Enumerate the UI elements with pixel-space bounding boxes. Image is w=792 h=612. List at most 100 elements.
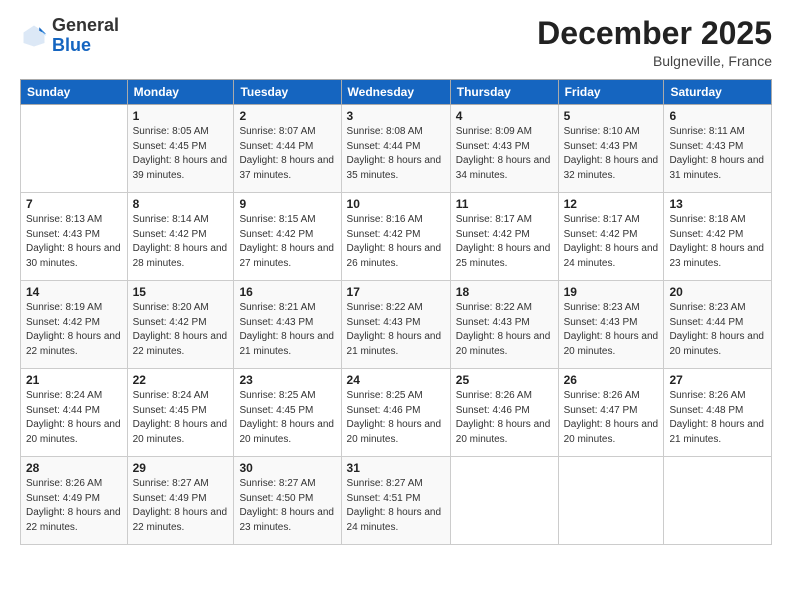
day-detail: Sunrise: 8:22 AMSunset: 4:43 PMDaylight:… xyxy=(456,302,551,357)
day-number: 4 xyxy=(456,109,553,123)
location: Bulgneville, France xyxy=(537,53,772,69)
col-friday: Friday xyxy=(558,80,664,105)
day-detail: Sunrise: 8:15 AMSunset: 4:42 PMDaylight:… xyxy=(239,214,334,269)
table-row: 25 Sunrise: 8:26 AMSunset: 4:46 PMDaylig… xyxy=(450,369,558,457)
day-detail: Sunrise: 8:24 AMSunset: 4:44 PMDaylight:… xyxy=(26,390,121,445)
calendar-week-1: 1 Sunrise: 8:05 AMSunset: 4:45 PMDayligh… xyxy=(21,105,772,193)
day-detail: Sunrise: 8:17 AMSunset: 4:42 PMDaylight:… xyxy=(564,214,659,269)
day-number: 9 xyxy=(239,197,335,211)
table-row: 19 Sunrise: 8:23 AMSunset: 4:43 PMDaylig… xyxy=(558,281,664,369)
calendar-week-3: 14 Sunrise: 8:19 AMSunset: 4:42 PMDaylig… xyxy=(21,281,772,369)
col-wednesday: Wednesday xyxy=(341,80,450,105)
logo-icon xyxy=(20,22,48,50)
day-detail: Sunrise: 8:08 AMSunset: 4:44 PMDaylight:… xyxy=(347,126,442,181)
day-detail: Sunrise: 8:10 AMSunset: 4:43 PMDaylight:… xyxy=(564,126,659,181)
table-row: 23 Sunrise: 8:25 AMSunset: 4:45 PMDaylig… xyxy=(234,369,341,457)
day-detail: Sunrise: 8:13 AMSunset: 4:43 PMDaylight:… xyxy=(26,214,121,269)
table-row: 31 Sunrise: 8:27 AMSunset: 4:51 PMDaylig… xyxy=(341,457,450,545)
col-monday: Monday xyxy=(127,80,234,105)
day-number: 11 xyxy=(456,197,553,211)
table-row xyxy=(558,457,664,545)
day-number: 26 xyxy=(564,373,659,387)
day-number: 1 xyxy=(133,109,229,123)
day-detail: Sunrise: 8:05 AMSunset: 4:45 PMDaylight:… xyxy=(133,126,228,181)
col-saturday: Saturday xyxy=(664,80,772,105)
table-row: 2 Sunrise: 8:07 AMSunset: 4:44 PMDayligh… xyxy=(234,105,341,193)
day-number: 20 xyxy=(669,285,766,299)
day-number: 14 xyxy=(26,285,122,299)
day-number: 12 xyxy=(564,197,659,211)
day-detail: Sunrise: 8:27 AMSunset: 4:51 PMDaylight:… xyxy=(347,478,442,533)
table-row: 10 Sunrise: 8:16 AMSunset: 4:42 PMDaylig… xyxy=(341,193,450,281)
day-detail: Sunrise: 8:25 AMSunset: 4:46 PMDaylight:… xyxy=(347,390,442,445)
table-row xyxy=(664,457,772,545)
day-detail: Sunrise: 8:26 AMSunset: 4:49 PMDaylight:… xyxy=(26,478,121,533)
day-number: 23 xyxy=(239,373,335,387)
calendar-week-5: 28 Sunrise: 8:26 AMSunset: 4:49 PMDaylig… xyxy=(21,457,772,545)
day-number: 18 xyxy=(456,285,553,299)
header: General Blue December 2025 Bulgneville, … xyxy=(20,16,772,69)
table-row: 26 Sunrise: 8:26 AMSunset: 4:47 PMDaylig… xyxy=(558,369,664,457)
table-row: 9 Sunrise: 8:15 AMSunset: 4:42 PMDayligh… xyxy=(234,193,341,281)
table-row: 1 Sunrise: 8:05 AMSunset: 4:45 PMDayligh… xyxy=(127,105,234,193)
calendar-week-2: 7 Sunrise: 8:13 AMSunset: 4:43 PMDayligh… xyxy=(21,193,772,281)
title-block: December 2025 Bulgneville, France xyxy=(537,16,772,69)
table-row xyxy=(450,457,558,545)
table-row: 14 Sunrise: 8:19 AMSunset: 4:42 PMDaylig… xyxy=(21,281,128,369)
day-number: 31 xyxy=(347,461,445,475)
table-row: 11 Sunrise: 8:17 AMSunset: 4:42 PMDaylig… xyxy=(450,193,558,281)
table-row: 4 Sunrise: 8:09 AMSunset: 4:43 PMDayligh… xyxy=(450,105,558,193)
day-number: 29 xyxy=(133,461,229,475)
day-detail: Sunrise: 8:23 AMSunset: 4:43 PMDaylight:… xyxy=(564,302,659,357)
table-row: 7 Sunrise: 8:13 AMSunset: 4:43 PMDayligh… xyxy=(21,193,128,281)
calendar: Sunday Monday Tuesday Wednesday Thursday… xyxy=(20,79,772,545)
month-title: December 2025 xyxy=(537,16,772,51)
calendar-week-4: 21 Sunrise: 8:24 AMSunset: 4:44 PMDaylig… xyxy=(21,369,772,457)
day-detail: Sunrise: 8:16 AMSunset: 4:42 PMDaylight:… xyxy=(347,214,442,269)
table-row: 28 Sunrise: 8:26 AMSunset: 4:49 PMDaylig… xyxy=(21,457,128,545)
day-number: 7 xyxy=(26,197,122,211)
table-row: 16 Sunrise: 8:21 AMSunset: 4:43 PMDaylig… xyxy=(234,281,341,369)
day-detail: Sunrise: 8:23 AMSunset: 4:44 PMDaylight:… xyxy=(669,302,764,357)
day-detail: Sunrise: 8:22 AMSunset: 4:43 PMDaylight:… xyxy=(347,302,442,357)
day-detail: Sunrise: 8:24 AMSunset: 4:45 PMDaylight:… xyxy=(133,390,228,445)
table-row: 24 Sunrise: 8:25 AMSunset: 4:46 PMDaylig… xyxy=(341,369,450,457)
table-row: 13 Sunrise: 8:18 AMSunset: 4:42 PMDaylig… xyxy=(664,193,772,281)
day-number: 24 xyxy=(347,373,445,387)
table-row: 5 Sunrise: 8:10 AMSunset: 4:43 PMDayligh… xyxy=(558,105,664,193)
day-detail: Sunrise: 8:26 AMSunset: 4:48 PMDaylight:… xyxy=(669,390,764,445)
day-number: 10 xyxy=(347,197,445,211)
day-detail: Sunrise: 8:14 AMSunset: 4:42 PMDaylight:… xyxy=(133,214,228,269)
day-number: 30 xyxy=(239,461,335,475)
table-row: 21 Sunrise: 8:24 AMSunset: 4:44 PMDaylig… xyxy=(21,369,128,457)
day-number: 13 xyxy=(669,197,766,211)
table-row: 8 Sunrise: 8:14 AMSunset: 4:42 PMDayligh… xyxy=(127,193,234,281)
day-detail: Sunrise: 8:09 AMSunset: 4:43 PMDaylight:… xyxy=(456,126,551,181)
day-number: 16 xyxy=(239,285,335,299)
table-row: 18 Sunrise: 8:22 AMSunset: 4:43 PMDaylig… xyxy=(450,281,558,369)
day-detail: Sunrise: 8:26 AMSunset: 4:47 PMDaylight:… xyxy=(564,390,659,445)
day-number: 21 xyxy=(26,373,122,387)
table-row: 17 Sunrise: 8:22 AMSunset: 4:43 PMDaylig… xyxy=(341,281,450,369)
day-detail: Sunrise: 8:27 AMSunset: 4:49 PMDaylight:… xyxy=(133,478,228,533)
logo: General Blue xyxy=(20,16,119,56)
day-number: 17 xyxy=(347,285,445,299)
day-detail: Sunrise: 8:20 AMSunset: 4:42 PMDaylight:… xyxy=(133,302,228,357)
calendar-header-row: Sunday Monday Tuesday Wednesday Thursday… xyxy=(21,80,772,105)
col-thursday: Thursday xyxy=(450,80,558,105)
day-number: 25 xyxy=(456,373,553,387)
day-detail: Sunrise: 8:11 AMSunset: 4:43 PMDaylight:… xyxy=(669,126,764,181)
day-detail: Sunrise: 8:25 AMSunset: 4:45 PMDaylight:… xyxy=(239,390,334,445)
day-number: 27 xyxy=(669,373,766,387)
day-number: 15 xyxy=(133,285,229,299)
day-number: 6 xyxy=(669,109,766,123)
day-number: 5 xyxy=(564,109,659,123)
table-row: 20 Sunrise: 8:23 AMSunset: 4:44 PMDaylig… xyxy=(664,281,772,369)
logo-general-text: General xyxy=(52,15,119,35)
col-tuesday: Tuesday xyxy=(234,80,341,105)
table-row: 30 Sunrise: 8:27 AMSunset: 4:50 PMDaylig… xyxy=(234,457,341,545)
day-detail: Sunrise: 8:27 AMSunset: 4:50 PMDaylight:… xyxy=(239,478,334,533)
day-number: 8 xyxy=(133,197,229,211)
col-sunday: Sunday xyxy=(21,80,128,105)
table-row: 6 Sunrise: 8:11 AMSunset: 4:43 PMDayligh… xyxy=(664,105,772,193)
